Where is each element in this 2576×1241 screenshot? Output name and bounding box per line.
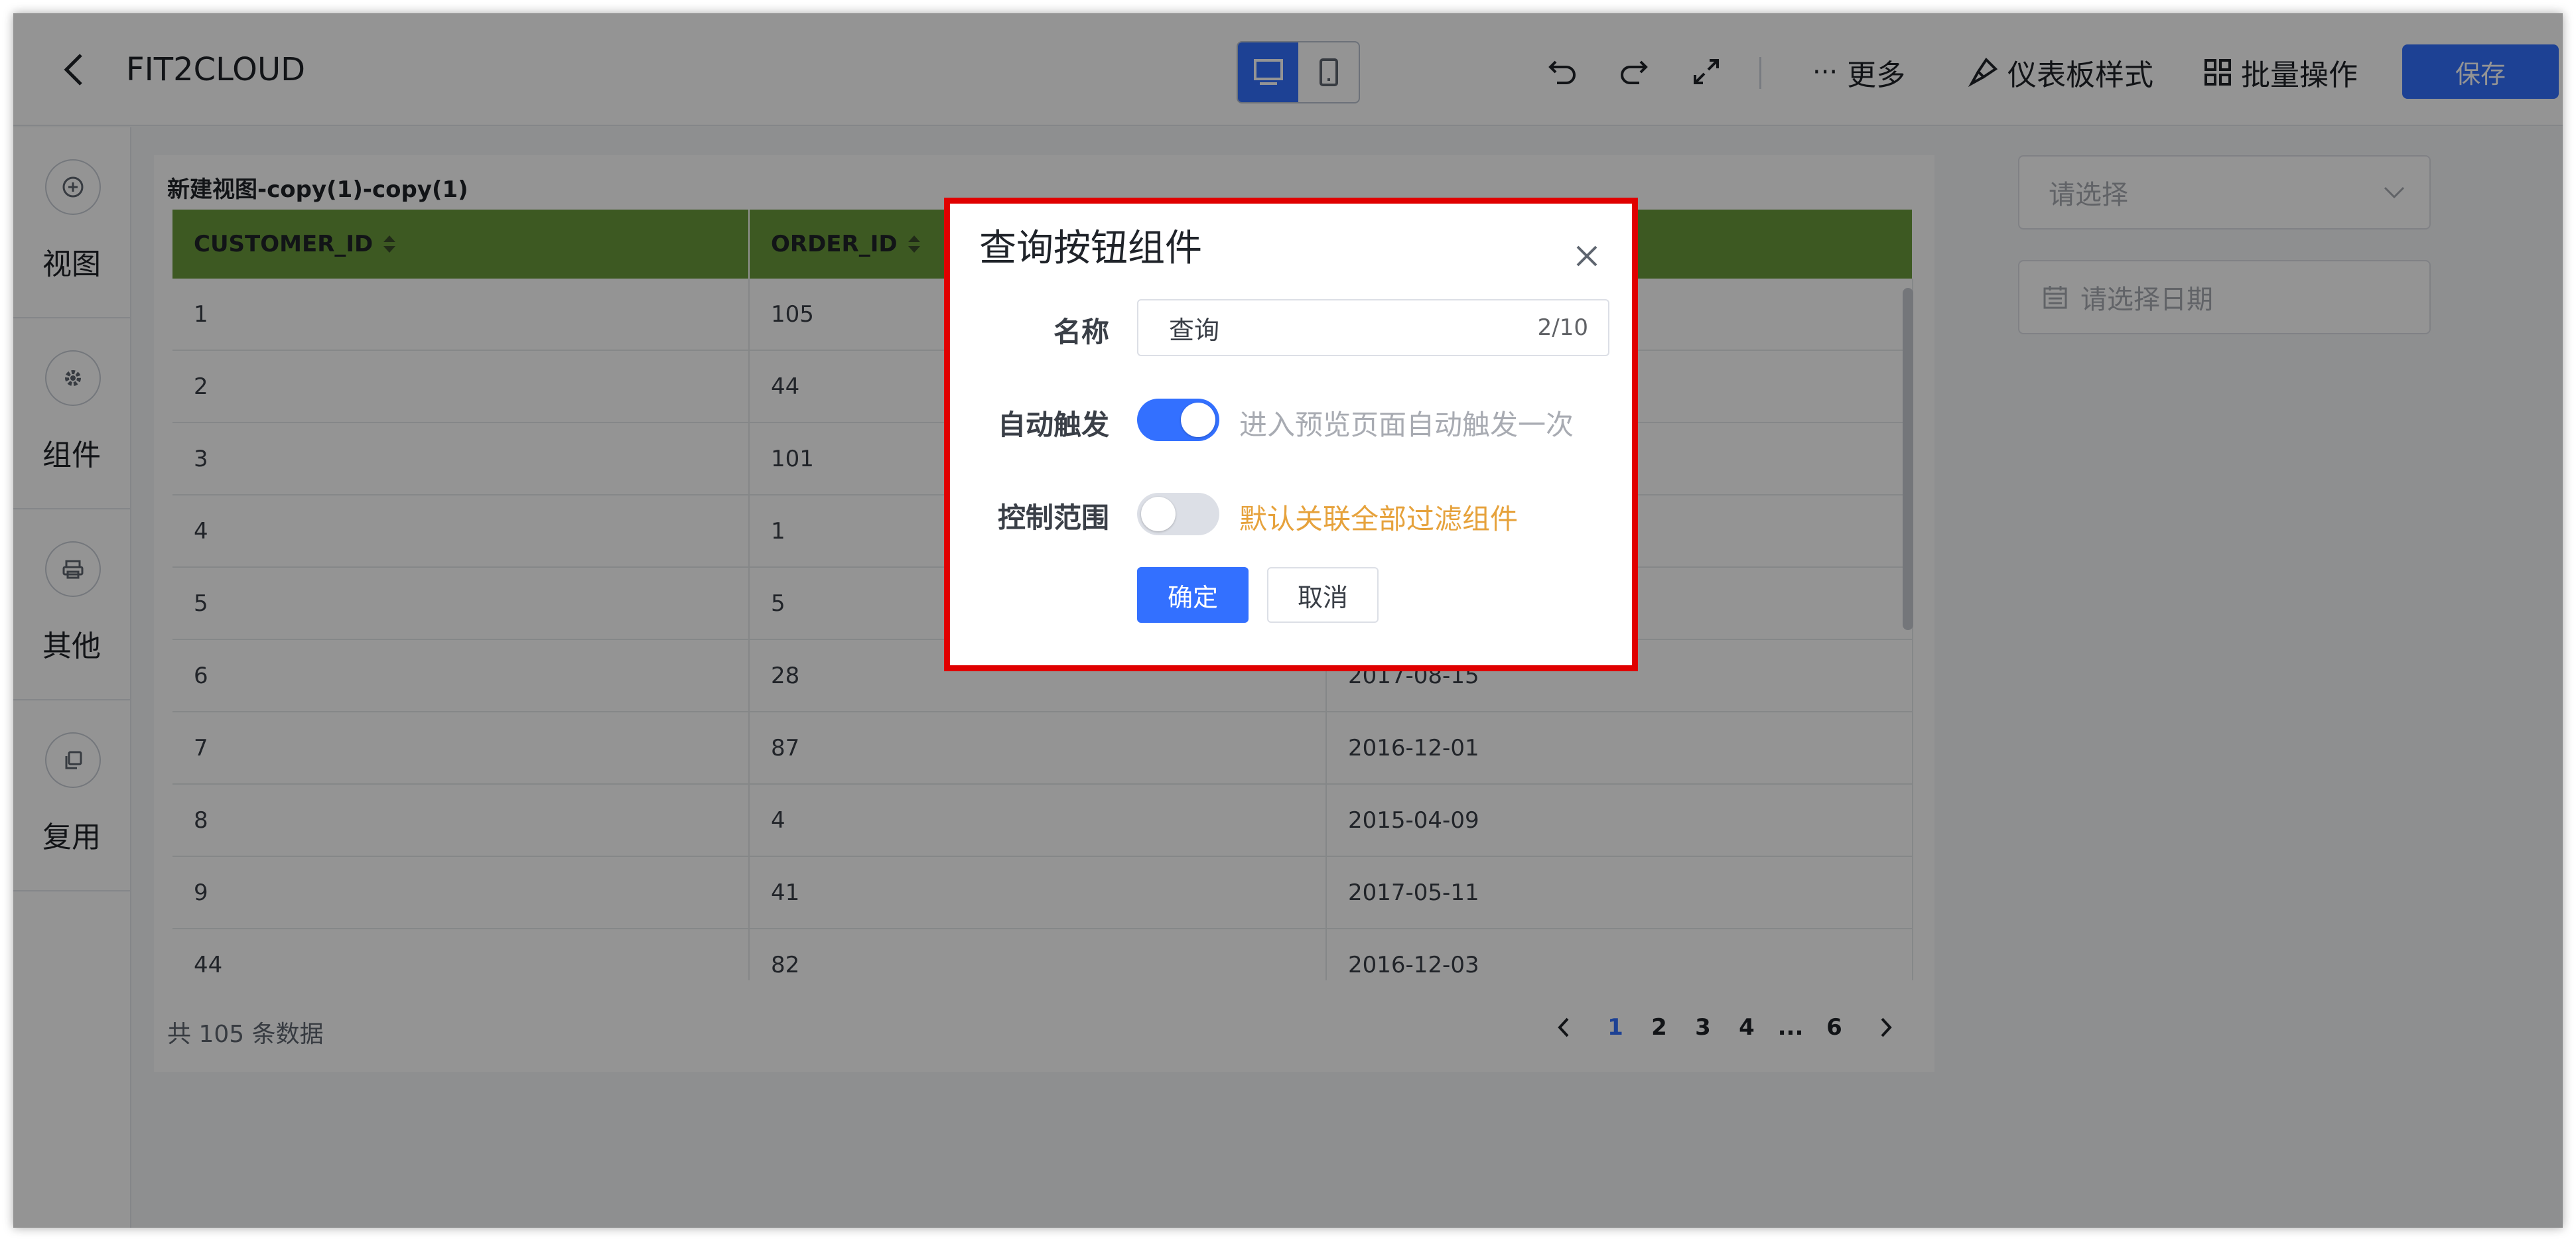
name-field[interactable]: 2/10 (1137, 299, 1609, 356)
auto-trigger-label: 自动触发 (997, 409, 1109, 441)
query-button-dialog: 查询按钮组件 名称 2/10 自动触发 进入预览页面自动触发一次 控制范围 默认… (944, 198, 1638, 671)
switch-knob (1141, 497, 1176, 531)
auto-trigger-hint: 进入预览页面自动触发一次 (1239, 409, 1574, 441)
control-scope-label: 控制范围 (997, 501, 1109, 534)
control-scope-hint: 默认关联全部过滤组件 (1239, 503, 1519, 535)
char-counter: 2/10 (1537, 314, 1588, 341)
close-icon[interactable] (1570, 239, 1603, 273)
app-window: FIT2CLOUD ··· 更多 仪表板样式 批量操作 保存 视图 组件 其他 … (13, 13, 2563, 1228)
confirm-button[interactable]: 确定 (1137, 567, 1249, 623)
control-scope-switch[interactable] (1137, 493, 1219, 535)
name-input[interactable] (1169, 313, 1501, 342)
cancel-button[interactable]: 取消 (1267, 567, 1379, 623)
switch-knob (1181, 403, 1215, 437)
auto-trigger-switch[interactable] (1137, 399, 1219, 441)
name-label: 名称 (1053, 316, 1109, 348)
dialog-title: 查询按钮组件 (979, 227, 1202, 270)
